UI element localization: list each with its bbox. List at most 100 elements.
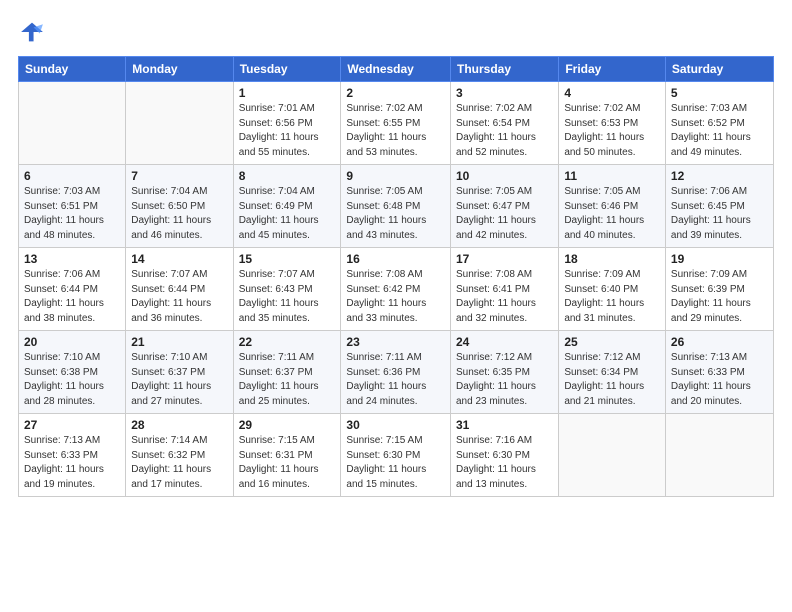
day-info: Sunrise: 7:02 AM Sunset: 6:53 PM Dayligh…: [564, 102, 660, 160]
calendar-cell: 10 Sunrise: 7:05 AM Sunset: 6:47 PM Dayli…: [450, 165, 558, 248]
calendar-cell: 14 Sunrise: 7:07 AM Sunset: 6:44 PM Dayli…: [126, 248, 233, 331]
day-info: Sunrise: 7:13 AM Sunset: 6:33 PM Dayligh…: [24, 434, 120, 492]
day-number: 4: [564, 86, 660, 100]
day-number: 21: [131, 335, 227, 349]
calendar-cell: 30 Sunrise: 7:15 AM Sunset: 6:30 PM Dayli…: [341, 414, 451, 497]
logo: [18, 18, 50, 46]
day-number: 12: [671, 169, 768, 183]
day-number: 22: [239, 335, 336, 349]
calendar-cell: 4 Sunrise: 7:02 AM Sunset: 6:53 PM Daylig…: [559, 82, 666, 165]
day-info: Sunrise: 7:09 AM Sunset: 6:39 PM Dayligh…: [671, 268, 768, 326]
day-info: Sunrise: 7:02 AM Sunset: 6:54 PM Dayligh…: [456, 102, 553, 160]
calendar-cell: 6Sunrise: 7:03 AM Sunset: 6:51 PM Daylig…: [19, 165, 126, 248]
day-number: 9: [346, 169, 445, 183]
day-info: Sunrise: 7:07 AM Sunset: 6:43 PM Dayligh…: [239, 268, 336, 326]
day-number: 23: [346, 335, 445, 349]
calendar-cell: [19, 82, 126, 165]
calendar-cell: 21 Sunrise: 7:10 AM Sunset: 6:37 PM Dayli…: [126, 331, 233, 414]
day-of-week-header: Sunday: [19, 57, 126, 82]
day-number: 17: [456, 252, 553, 266]
day-info: Sunrise: 7:05 AM Sunset: 6:46 PM Dayligh…: [564, 185, 660, 243]
day-of-week-header: Monday: [126, 57, 233, 82]
day-of-week-header: Friday: [559, 57, 666, 82]
calendar-cell: 11Sunrise: 7:05 AM Sunset: 6:46 PM Dayli…: [559, 165, 666, 248]
calendar-cell: 3Sunrise: 7:02 AM Sunset: 6:54 PM Daylig…: [450, 82, 558, 165]
day-number: 13: [24, 252, 120, 266]
day-info: Sunrise: 7:14 AM Sunset: 6:32 PM Dayligh…: [131, 434, 227, 492]
day-info: Sunrise: 7:12 AM Sunset: 6:35 PM Dayligh…: [456, 351, 553, 409]
calendar-cell: 24 Sunrise: 7:12 AM Sunset: 6:35 PM Dayli…: [450, 331, 558, 414]
day-number: 2: [346, 86, 445, 100]
calendar-week-row: 13 Sunrise: 7:06 AM Sunset: 6:44 PM Dayli…: [19, 248, 774, 331]
day-info: Sunrise: 7:06 AM Sunset: 6:44 PM Dayligh…: [24, 268, 120, 326]
day-number: 30: [346, 418, 445, 432]
day-number: 7: [131, 169, 227, 183]
calendar-cell: 16 Sunrise: 7:08 AM Sunset: 6:42 PM Dayli…: [341, 248, 451, 331]
calendar-cell: 20Sunrise: 7:10 AM Sunset: 6:38 PM Dayli…: [19, 331, 126, 414]
calendar-table: SundayMondayTuesdayWednesdayThursdayFrid…: [18, 56, 774, 497]
day-info: Sunrise: 7:08 AM Sunset: 6:41 PM Dayligh…: [456, 268, 553, 326]
day-info: Sunrise: 7:04 AM Sunset: 6:49 PM Dayligh…: [239, 185, 336, 243]
day-number: 31: [456, 418, 553, 432]
calendar-cell: 25 Sunrise: 7:12 AM Sunset: 6:34 PM Dayli…: [559, 331, 666, 414]
day-info: Sunrise: 7:07 AM Sunset: 6:44 PM Dayligh…: [131, 268, 227, 326]
calendar-cell: 17 Sunrise: 7:08 AM Sunset: 6:41 PM Dayli…: [450, 248, 558, 331]
day-info: Sunrise: 7:10 AM Sunset: 6:37 PM Dayligh…: [131, 351, 227, 409]
calendar-header: SundayMondayTuesdayWednesdayThursdayFrid…: [19, 57, 774, 82]
calendar-cell: 9 Sunrise: 7:05 AM Sunset: 6:48 PM Daylig…: [341, 165, 451, 248]
day-info: Sunrise: 7:15 AM Sunset: 6:30 PM Dayligh…: [346, 434, 445, 492]
day-of-week-header: Thursday: [450, 57, 558, 82]
calendar-week-row: 6Sunrise: 7:03 AM Sunset: 6:51 PM Daylig…: [19, 165, 774, 248]
day-number: 26: [671, 335, 768, 349]
day-number: 19: [671, 252, 768, 266]
calendar-week-row: 27 Sunrise: 7:13 AM Sunset: 6:33 PM Dayli…: [19, 414, 774, 497]
day-number: 1: [239, 86, 336, 100]
calendar-cell: 12 Sunrise: 7:06 AM Sunset: 6:45 PM Dayli…: [665, 165, 773, 248]
day-info: Sunrise: 7:09 AM Sunset: 6:40 PM Dayligh…: [564, 268, 660, 326]
day-info: Sunrise: 7:10 AM Sunset: 6:38 PM Dayligh…: [24, 351, 120, 409]
day-of-week-header: Tuesday: [233, 57, 341, 82]
calendar-cell: 15Sunrise: 7:07 AM Sunset: 6:43 PM Dayli…: [233, 248, 341, 331]
calendar-cell: 2Sunrise: 7:02 AM Sunset: 6:55 PM Daylig…: [341, 82, 451, 165]
logo-icon: [18, 18, 46, 46]
day-info: Sunrise: 7:05 AM Sunset: 6:47 PM Dayligh…: [456, 185, 553, 243]
page: SundayMondayTuesdayWednesdayThursdayFrid…: [0, 0, 792, 612]
day-info: Sunrise: 7:16 AM Sunset: 6:30 PM Dayligh…: [456, 434, 553, 492]
calendar-cell: [126, 82, 233, 165]
day-info: Sunrise: 7:06 AM Sunset: 6:45 PM Dayligh…: [671, 185, 768, 243]
calendar-week-row: 20Sunrise: 7:10 AM Sunset: 6:38 PM Dayli…: [19, 331, 774, 414]
day-info: Sunrise: 7:12 AM Sunset: 6:34 PM Dayligh…: [564, 351, 660, 409]
day-info: Sunrise: 7:11 AM Sunset: 6:37 PM Dayligh…: [239, 351, 336, 409]
day-number: 27: [24, 418, 120, 432]
calendar-cell: 8 Sunrise: 7:04 AM Sunset: 6:49 PM Daylig…: [233, 165, 341, 248]
calendar-cell: 27 Sunrise: 7:13 AM Sunset: 6:33 PM Dayli…: [19, 414, 126, 497]
day-info: Sunrise: 7:13 AM Sunset: 6:33 PM Dayligh…: [671, 351, 768, 409]
day-number: 10: [456, 169, 553, 183]
calendar-cell: 22 Sunrise: 7:11 AM Sunset: 6:37 PM Dayli…: [233, 331, 341, 414]
day-info: Sunrise: 7:03 AM Sunset: 6:52 PM Dayligh…: [671, 102, 768, 160]
day-number: 18: [564, 252, 660, 266]
day-number: 25: [564, 335, 660, 349]
calendar-cell: 26 Sunrise: 7:13 AM Sunset: 6:33 PM Dayli…: [665, 331, 773, 414]
calendar-cell: 5 Sunrise: 7:03 AM Sunset: 6:52 PM Daylig…: [665, 82, 773, 165]
day-of-week-header: Wednesday: [341, 57, 451, 82]
day-info: Sunrise: 7:05 AM Sunset: 6:48 PM Dayligh…: [346, 185, 445, 243]
day-number: 24: [456, 335, 553, 349]
day-number: 16: [346, 252, 445, 266]
calendar-cell: 18 Sunrise: 7:09 AM Sunset: 6:40 PM Dayli…: [559, 248, 666, 331]
calendar-cell: 7Sunrise: 7:04 AM Sunset: 6:50 PM Daylig…: [126, 165, 233, 248]
calendar-cell: 1Sunrise: 7:01 AM Sunset: 6:56 PM Daylig…: [233, 82, 341, 165]
day-info: Sunrise: 7:11 AM Sunset: 6:36 PM Dayligh…: [346, 351, 445, 409]
day-number: 8: [239, 169, 336, 183]
calendar-cell: 19 Sunrise: 7:09 AM Sunset: 6:39 PM Dayli…: [665, 248, 773, 331]
day-of-week-header: Saturday: [665, 57, 773, 82]
day-number: 14: [131, 252, 227, 266]
header-row: SundayMondayTuesdayWednesdayThursdayFrid…: [19, 57, 774, 82]
calendar-cell: 23 Sunrise: 7:11 AM Sunset: 6:36 PM Dayli…: [341, 331, 451, 414]
calendar-week-row: 1Sunrise: 7:01 AM Sunset: 6:56 PM Daylig…: [19, 82, 774, 165]
day-number: 5: [671, 86, 768, 100]
day-info: Sunrise: 7:08 AM Sunset: 6:42 PM Dayligh…: [346, 268, 445, 326]
calendar-cell: 28Sunrise: 7:14 AM Sunset: 6:32 PM Dayli…: [126, 414, 233, 497]
calendar-cell: [665, 414, 773, 497]
day-number: 29: [239, 418, 336, 432]
